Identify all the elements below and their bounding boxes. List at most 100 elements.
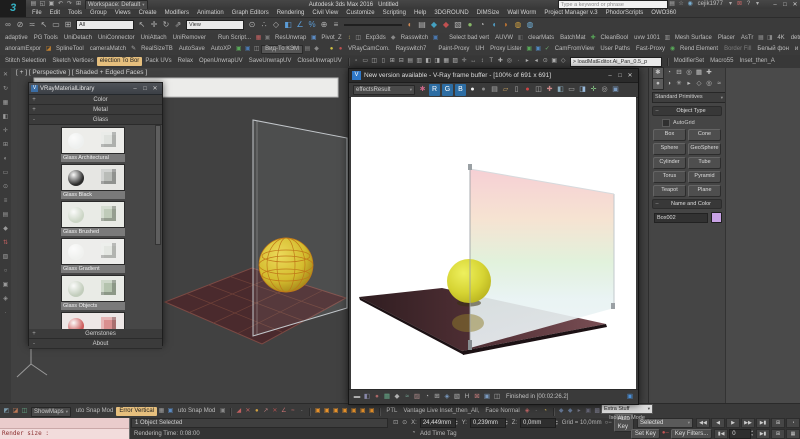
layer-manager-icon[interactable]: ◆ — [428, 18, 440, 32]
cameras-icon[interactable]: ▸ — [684, 79, 694, 89]
next-key-button[interactable]: ▶▮ — [756, 428, 770, 439]
new-scene-icon[interactable]: ▤ — [29, 0, 38, 9]
section-color[interactable]: + Color — [29, 95, 162, 105]
color-correction-icon[interactable]: ◧ — [362, 391, 372, 403]
vray-settings-icon[interactable]: ▣ — [482, 391, 492, 403]
tool-icon[interactable]: ▤ — [303, 45, 312, 54]
previous-frame-button[interactable]: ◀ — [711, 418, 725, 428]
region-render-icon[interactable]: ◧ — [555, 84, 566, 96]
pixel-info-icon[interactable]: ▧ — [452, 391, 462, 403]
toolbar-button[interactable]: Вид-То КЭМ — [261, 45, 304, 54]
uvw-icon[interactable]: ◧ — [516, 34, 525, 43]
toolbar-icon[interactable]: ↕ — [478, 57, 487, 66]
red-channel-icon[interactable]: R — [429, 84, 440, 96]
toolbar-icon[interactable]: ▣ — [340, 407, 349, 416]
toolbar-icon[interactable]: ○ — [1, 264, 10, 278]
toolbar-button[interactable]: Paint-Proxy — [435, 45, 472, 54]
scale-icon[interactable]: ⇗ — [172, 18, 184, 32]
spinner[interactable]: ▴ ▾ — [556, 419, 558, 427]
toolbar-button[interactable]: 4K — [774, 34, 787, 43]
export-icon[interactable]: ◆ — [389, 34, 398, 43]
material-item[interactable]: Glass Brushed — [61, 201, 125, 236]
toolbar-icon[interactable]: ⊟ — [397, 57, 406, 66]
close-button[interactable]: ✕ — [625, 71, 635, 81]
maximize-button[interactable]: □ — [780, 0, 790, 9]
toolbar-icon[interactable]: ≡ — [1, 194, 10, 208]
abort-render-icon[interactable]: ● — [522, 84, 533, 96]
material-item[interactable]: Glass Gradient — [61, 238, 125, 273]
rect-select-icon[interactable]: ▭ — [50, 18, 62, 32]
toolbar-button[interactable]: AutoXP — [208, 45, 234, 54]
settings-icon[interactable]: ▣ — [610, 84, 621, 96]
object-name-field[interactable]: Box002 — [654, 212, 708, 223]
toolbar-button[interactable]: ResUnwrap — [272, 34, 309, 43]
toolbar-icon[interactable]: ▦ — [1, 96, 10, 110]
render-production-icon[interactable]: ◍ — [512, 18, 524, 32]
toolbar-icon[interactable]: ◫ — [370, 57, 379, 66]
material-item[interactable]: Glass Black — [61, 164, 125, 199]
toolbar-icon[interactable]: ◐ — [1, 152, 10, 166]
current-frame-field[interactable]: 0 — [729, 428, 752, 439]
rendered-frame-icon[interactable]: ◗ — [500, 18, 512, 32]
toolbar-button[interactable]: uto Snap Mod — [175, 407, 218, 416]
ribbon-icon[interactable]: ◆ — [440, 18, 452, 32]
history-icon[interactable]: H — [462, 391, 472, 403]
toolbar-icon[interactable]: ▣ — [166, 407, 175, 416]
proxy-icon[interactable]: ◉ — [668, 45, 677, 54]
script-icon[interactable]: ▦ — [254, 34, 263, 43]
menu-item[interactable]: Tools — [64, 9, 86, 17]
toolbar-button[interactable]: UniDetach — [61, 34, 95, 43]
minimize-button[interactable]: – — [770, 0, 780, 9]
extra-stuff-dropdown[interactable]: Extra Stuff ▾ — [601, 404, 653, 414]
tool-icon[interactable]: ▣ — [234, 45, 243, 54]
maximize-button[interactable]: □ — [140, 84, 150, 94]
open-file-icon[interactable]: ◱ — [38, 0, 47, 9]
script-icon[interactable]: ▣ — [263, 34, 272, 43]
toolbar-button[interactable]: SplineTool — [53, 45, 87, 54]
toolbar-button[interactable]: Rend Element — [677, 45, 721, 54]
primitive-button-pyramid[interactable]: Pyramid — [688, 171, 721, 183]
render-region-icon[interactable]: ◫ — [492, 391, 502, 403]
vray-options-icon[interactable]: ✱ — [417, 84, 428, 96]
section-gemstones[interactable]: + Gemstones — [29, 329, 162, 339]
alpha-channel-icon[interactable]: ● — [467, 84, 478, 96]
toolbar-icon[interactable]: ✛ — [460, 57, 469, 66]
toolbar-button[interactable]: uvw 1001 — [631, 34, 663, 43]
toolbar-icon[interactable]: ▦ — [157, 407, 166, 416]
toolbar-icon[interactable]: ⊙ — [541, 57, 550, 66]
material-editor-icon[interactable]: ◔ — [476, 18, 488, 32]
toolbar-button[interactable]: Sketch Vertices — [49, 57, 96, 66]
tool-icon[interactable]: ◨ — [765, 34, 774, 43]
primitive-button-torus[interactable]: Torus — [653, 171, 686, 183]
named-selection-combo[interactable] — [344, 24, 402, 26]
primitive-button-cone[interactable]: Cone — [688, 129, 721, 141]
toolbar-icon[interactable]: ▣ — [358, 407, 367, 416]
toolbar-button[interactable]: SaveUnwrapUV — [246, 57, 295, 66]
toolbar-icon[interactable]: ✕ — [270, 407, 279, 416]
toolbar-button[interactable]: UH — [472, 45, 487, 54]
toolbar-icon[interactable]: ✚ — [496, 57, 505, 66]
lut-icon[interactable]: ▨ — [412, 391, 422, 403]
menu-item[interactable]: Views — [111, 9, 135, 17]
select-icon[interactable]: ↖ — [136, 18, 148, 32]
toolbar-icon[interactable]: ◈ — [1, 292, 10, 306]
close-icon[interactable]: ✕ — [1, 68, 10, 82]
menu-item[interactable]: Wall Worm — [503, 9, 540, 17]
menu-item[interactable]: Scripting — [379, 9, 410, 17]
minimize-button[interactable]: – — [605, 71, 615, 81]
toolbar-button[interactable]: Relax — [175, 57, 196, 66]
toolbar-icon[interactable]: · — [1, 306, 10, 320]
menu-item[interactable]: Rendering — [273, 9, 309, 17]
project-folder-icon[interactable]: ⊞ — [74, 0, 83, 9]
zoom-icon[interactable]: ◎ — [599, 84, 610, 96]
modify-tab[interactable]: ◔ — [664, 68, 674, 78]
toolbar-button[interactable]: UniRemover — [170, 34, 209, 43]
toolbar-icon[interactable]: ✛ — [1, 124, 10, 138]
batch-icon[interactable]: ✚ — [588, 34, 597, 43]
toolbar-button[interactable]: Pack UVs — [142, 57, 174, 66]
showmaps-dropdown[interactable]: ShowMaps ▾ — [31, 406, 71, 417]
toolbar-icon[interactable]: ✕ — [243, 407, 252, 416]
edit-named-selections-icon[interactable]: ≡ — [330, 18, 342, 32]
load-image-icon[interactable]: ▱ — [500, 84, 511, 96]
track-mouse-icon[interactable]: ✚ — [544, 84, 555, 96]
